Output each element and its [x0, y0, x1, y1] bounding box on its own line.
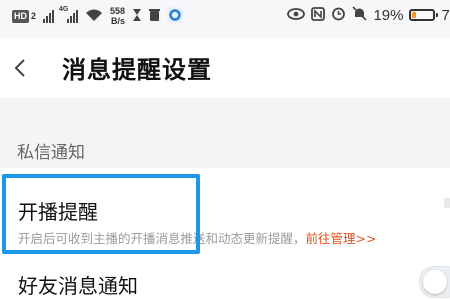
sim-indicator: 2: [31, 11, 37, 21]
section-label: 私信通知: [17, 143, 85, 163]
header: 消息提醒设置: [0, 38, 450, 98]
trash-icon: [149, 8, 161, 25]
page-title: 消息提醒设置: [62, 56, 212, 84]
back-button[interactable]: [14, 52, 38, 82]
friend-message-title: 好友消息通知: [18, 274, 138, 298]
hourglass-icon: [132, 8, 142, 25]
battery-fill: [412, 12, 417, 18]
status-left: HD 2 4G 558 B/s: [12, 6, 184, 26]
battery-percent: 19%: [373, 6, 404, 24]
status-right: 19% 7:: [287, 6, 450, 24]
mute-icon: [352, 6, 368, 24]
app-notification-icon: [167, 6, 184, 26]
eye-icon: [287, 7, 306, 23]
highlight-box: [2, 174, 200, 254]
speed-value: 558: [110, 6, 126, 16]
network-speed: 558 B/s: [110, 6, 125, 26]
status-bar: HD 2 4G 558 B/s 19% 7: [0, 0, 450, 38]
toggle-knob: [423, 270, 447, 294]
nfc-icon: [311, 6, 326, 24]
friend-message-toggle[interactable]: [419, 266, 450, 298]
network-label: 4G: [59, 6, 69, 13]
speed-unit: B/s: [111, 16, 126, 26]
chevron-left-icon: [14, 59, 25, 77]
signal-4g-icon: 4G: [59, 6, 79, 23]
wifi-icon: [85, 8, 103, 25]
clock: 7:: [441, 6, 450, 24]
hd-badge: HD: [12, 9, 29, 23]
alarm-icon: [331, 6, 346, 24]
row-edge-marker: [444, 198, 450, 208]
battery-icon: [409, 9, 439, 21]
manage-link[interactable]: 前往管理>>: [306, 231, 377, 246]
signal-icon: [43, 9, 55, 23]
